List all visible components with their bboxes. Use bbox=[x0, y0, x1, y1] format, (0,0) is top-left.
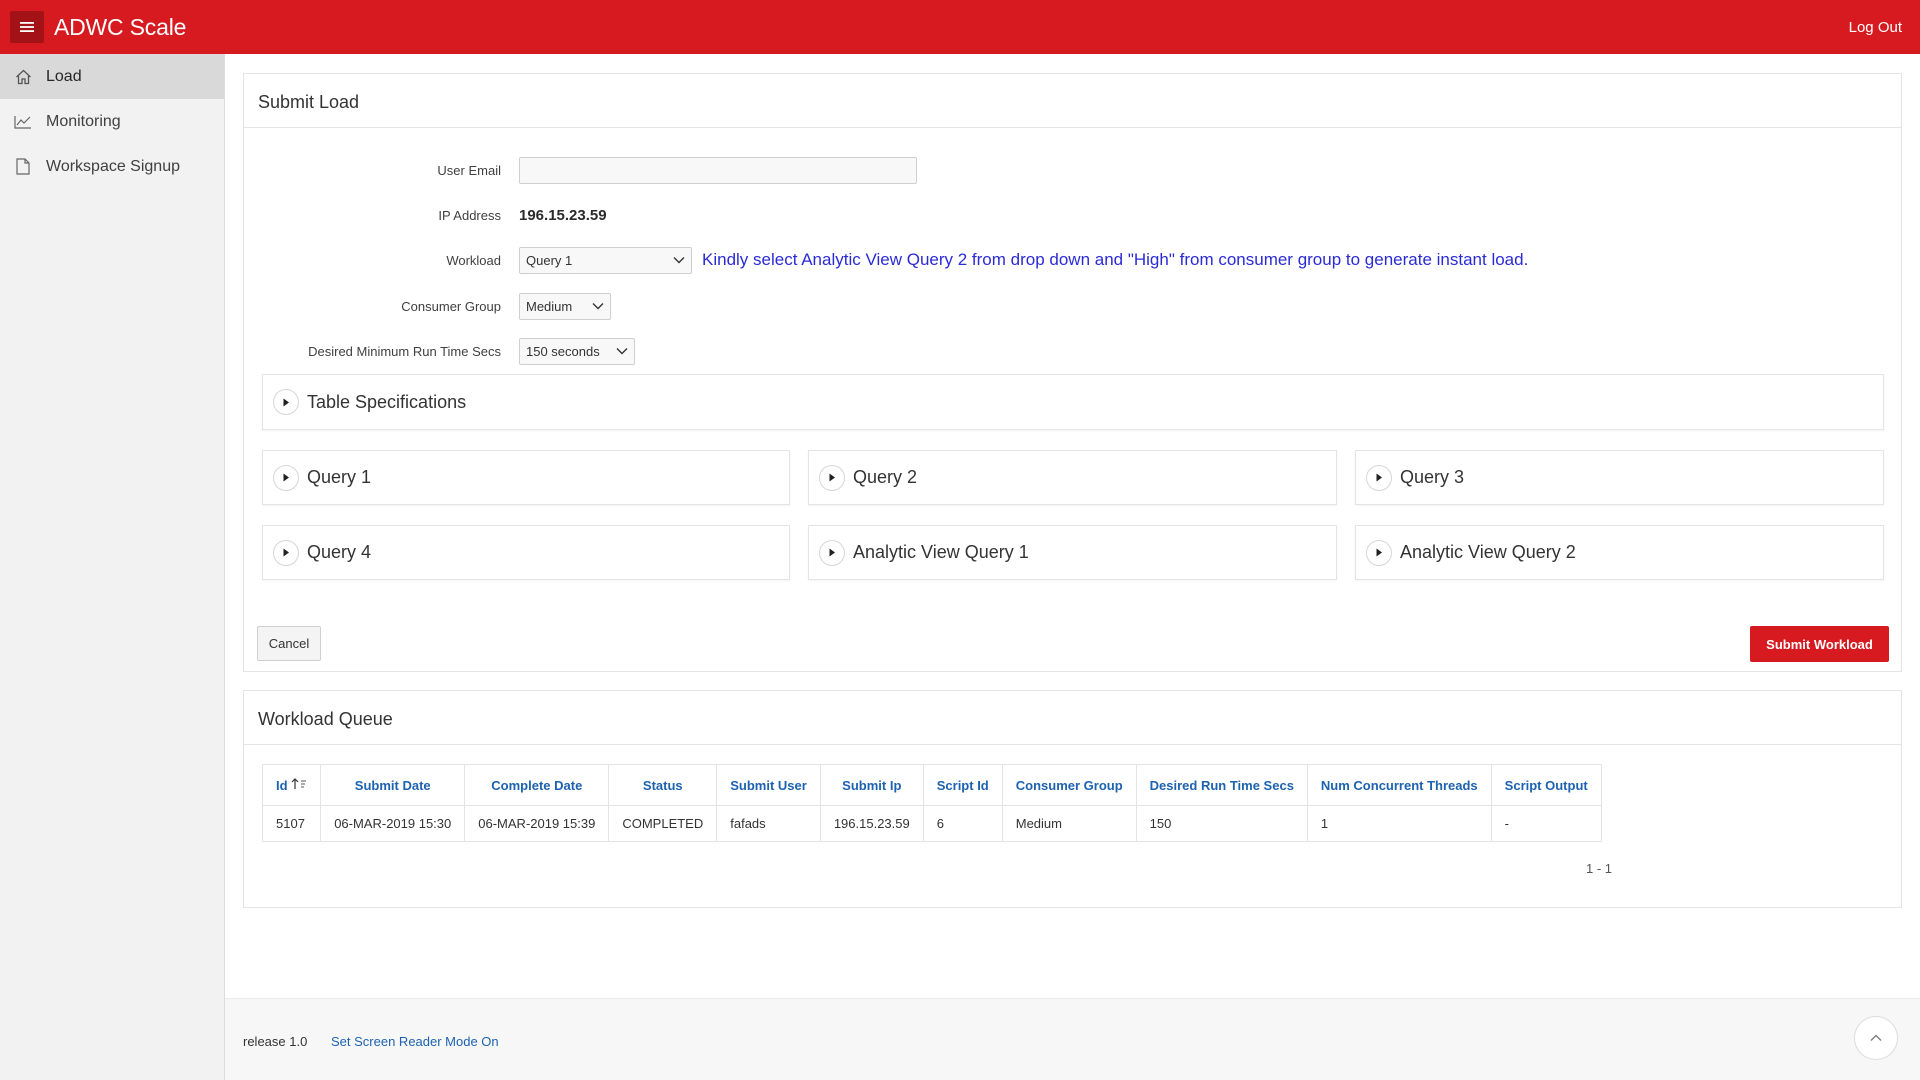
ip-address-label: IP Address bbox=[438, 207, 501, 223]
cell-complete-date: 06-MAR-2019 15:39 bbox=[464, 805, 610, 842]
consumer-group-row: Consumer Group Medium bbox=[244, 291, 611, 321]
column-header-desired-run-time[interactable]: Desired Run Time Secs bbox=[1135, 764, 1308, 806]
column-header-submit-date[interactable]: Submit Date bbox=[320, 764, 466, 806]
workload-queue-table: Id Submit Date Complete Date Status Subm… bbox=[261, 764, 1602, 842]
cell-script-id: 6 bbox=[922, 805, 1003, 842]
column-header-consumer-group[interactable]: Consumer Group bbox=[1001, 764, 1137, 806]
expand-toggle-icon[interactable] bbox=[819, 464, 845, 491]
query-3-panel[interactable]: Query 3 bbox=[1355, 450, 1884, 505]
column-header-submit-user[interactable]: Submit User bbox=[716, 764, 821, 806]
workload-hint: Kindly select Analytic View Query 2 from… bbox=[702, 250, 1529, 269]
pagination-info: 1 - 1 bbox=[1586, 861, 1613, 876]
expand-toggle-icon[interactable] bbox=[819, 539, 845, 566]
query-1-title: Query 1 bbox=[307, 467, 372, 487]
scroll-to-top-button[interactable] bbox=[1854, 1016, 1898, 1060]
chart-icon bbox=[14, 113, 32, 131]
cell-submit-ip: 196.15.23.59 bbox=[819, 805, 924, 842]
consumer-group-select[interactable]: Medium bbox=[519, 292, 611, 320]
cell-id: 5107 bbox=[261, 805, 322, 842]
column-header-status[interactable]: Status bbox=[608, 764, 718, 806]
sidebar-item-workspace-signup[interactable]: Workspace Signup bbox=[0, 144, 224, 189]
column-header-script-output[interactable]: Script Output bbox=[1490, 764, 1602, 806]
cell-submit-date: 06-MAR-2019 15:30 bbox=[320, 805, 466, 842]
hamburger-menu-button[interactable] bbox=[10, 11, 44, 43]
cell-consumer-group: Medium bbox=[1001, 805, 1137, 842]
chevron-down-icon bbox=[616, 348, 628, 355]
chevron-up-icon bbox=[1870, 1034, 1882, 1041]
user-email-input[interactable] bbox=[519, 156, 917, 184]
document-icon bbox=[14, 158, 32, 176]
query-2-panel[interactable]: Query 2 bbox=[808, 450, 1337, 505]
submit-load-region: Submit Load User Email IP Address 196.15… bbox=[243, 73, 1902, 672]
expand-toggle-icon[interactable] bbox=[273, 389, 299, 415]
ip-address-value: 196.15.23.59 bbox=[519, 206, 607, 224]
app-header: ADWC Scale Log Out bbox=[0, 0, 1920, 54]
expand-toggle-icon[interactable] bbox=[273, 464, 299, 491]
consumer-group-select-value: Medium bbox=[526, 298, 573, 314]
workload-row: Workload Query 1 Kindly select Analytic … bbox=[244, 245, 1528, 275]
analytic-view-query-2-panel[interactable]: Analytic View Query 2 bbox=[1355, 525, 1884, 580]
query-4-title: Query 4 bbox=[307, 542, 372, 562]
query-2-title: Query 2 bbox=[853, 467, 918, 487]
sidebar-item-label: Monitoring bbox=[46, 112, 121, 130]
workload-label: Workload bbox=[446, 252, 501, 268]
screen-reader-mode-link[interactable]: Set Screen Reader Mode On bbox=[331, 1034, 499, 1049]
cell-submit-user: fafads bbox=[716, 805, 821, 842]
cancel-button[interactable]: Cancel bbox=[257, 626, 321, 661]
release-label: release 1.0 bbox=[243, 1034, 308, 1049]
chevron-down-icon bbox=[673, 257, 685, 264]
consumer-group-label: Consumer Group bbox=[401, 298, 501, 314]
app-title[interactable]: ADWC Scale bbox=[54, 14, 186, 41]
sidebar-nav: Load Monitoring Workspace Signup bbox=[0, 54, 225, 1080]
analytic-view-query-1-panel[interactable]: Analytic View Query 1 bbox=[808, 525, 1337, 580]
user-email-label: User Email bbox=[437, 162, 501, 178]
expand-toggle-icon[interactable] bbox=[1366, 539, 1392, 566]
submit-workload-button[interactable]: Submit Workload bbox=[1750, 626, 1889, 662]
region-title: Submit Load bbox=[244, 74, 1901, 128]
run-time-label: Desired Minimum Run Time Secs bbox=[308, 343, 501, 359]
table-header-row: Id Submit Date Complete Date Status Subm… bbox=[261, 764, 1602, 806]
column-header-script-id[interactable]: Script Id bbox=[922, 764, 1003, 806]
run-time-select-value: 150 seconds bbox=[526, 343, 600, 359]
page-footer: release 1.0 Set Screen Reader Mode On bbox=[225, 998, 1920, 1080]
cell-desired-run-time: 150 bbox=[1135, 805, 1308, 842]
expand-toggle-icon[interactable] bbox=[273, 539, 299, 566]
column-header-num-concurrent-threads[interactable]: Num Concurrent Threads bbox=[1306, 764, 1492, 806]
sidebar-item-label: Workspace Signup bbox=[46, 157, 180, 175]
analytic-view-query-1-title: Analytic View Query 1 bbox=[853, 542, 1029, 562]
analytic-view-query-2-title: Analytic View Query 2 bbox=[1400, 542, 1576, 562]
expand-toggle-icon[interactable] bbox=[1366, 464, 1392, 491]
query-4-panel[interactable]: Query 4 bbox=[262, 525, 790, 580]
sidebar-item-load[interactable]: Load bbox=[0, 54, 224, 99]
run-time-select[interactable]: 150 seconds bbox=[519, 337, 635, 365]
query-1-panel[interactable]: Query 1 bbox=[262, 450, 790, 505]
cell-status: COMPLETED bbox=[608, 805, 718, 842]
ip-address-row: IP Address 196.15.23.59 bbox=[244, 200, 607, 230]
logout-link[interactable]: Log Out bbox=[1849, 19, 1902, 36]
sidebar-item-label: Load bbox=[46, 67, 82, 85]
chevron-down-icon bbox=[592, 303, 604, 310]
sidebar-item-monitoring[interactable]: Monitoring bbox=[0, 99, 224, 144]
query-3-title: Query 3 bbox=[1400, 467, 1465, 487]
cell-num-concurrent-threads: 1 bbox=[1306, 805, 1492, 842]
column-header-complete-date[interactable]: Complete Date bbox=[464, 764, 610, 806]
cell-script-output: - bbox=[1490, 805, 1602, 842]
table-row: 5107 06-MAR-2019 15:30 06-MAR-2019 15:39… bbox=[261, 805, 1602, 842]
column-header-id[interactable]: Id bbox=[261, 764, 322, 806]
table-specifications-title: Table Specifications bbox=[307, 391, 467, 412]
workload-queue-region: Workload Queue Id Submit Date Complete D… bbox=[243, 690, 1902, 908]
column-header-submit-ip[interactable]: Submit Ip bbox=[819, 764, 924, 806]
workload-select-value: Query 1 bbox=[526, 252, 573, 268]
home-icon bbox=[14, 68, 32, 86]
user-email-row: User Email bbox=[244, 155, 917, 185]
run-time-row: Desired Minimum Run Time Secs 150 second… bbox=[244, 336, 635, 366]
table-specifications-panel[interactable]: Table Specifications bbox=[262, 374, 1884, 430]
region-title: Workload Queue bbox=[244, 691, 1901, 745]
sort-ascending-icon bbox=[291, 777, 307, 789]
workload-select[interactable]: Query 1 bbox=[519, 246, 692, 274]
hamburger-icon bbox=[20, 22, 34, 32]
